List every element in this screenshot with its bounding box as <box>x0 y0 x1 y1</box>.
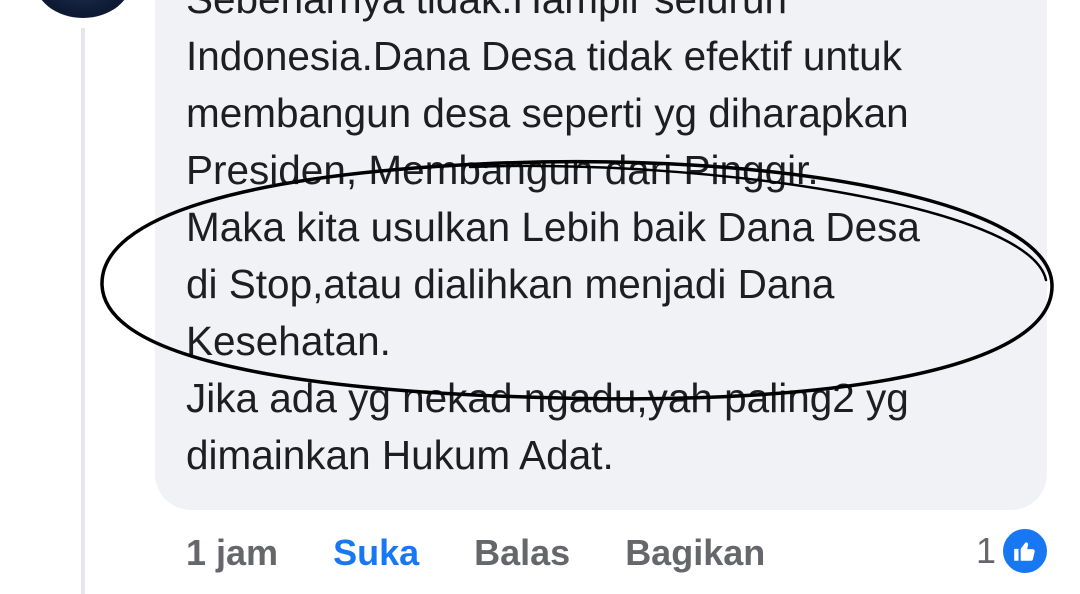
comment-line: Presiden, Membangun dari Pinggir. <box>186 147 819 193</box>
comment-line: Kesehatan. <box>186 318 391 364</box>
comment-line: di Stop,atau dialihkan menjadi Dana <box>186 261 835 307</box>
comment-timestamp[interactable]: 1 jam <box>186 532 278 574</box>
comment-line: Jika ada yg nekad ngadu,yah paling2 yg <box>186 375 909 421</box>
avatar[interactable] <box>34 0 132 18</box>
share-button[interactable]: Bagikan <box>625 532 765 574</box>
comment-line: Sebenarnya tidak.Hampir seluruh <box>186 0 787 22</box>
reaction-count: 1 <box>975 530 996 571</box>
thumbs-up-icon <box>1000 526 1050 576</box>
comment-line: Indonesia.Dana Desa tidak efektif untuk <box>186 33 902 79</box>
like-button[interactable]: Suka <box>333 532 419 574</box>
comment-line: dimainkan Hukum Adat. <box>186 432 614 478</box>
comment-line: Maka kita usulkan Lebih baik Dana Desa <box>186 204 920 250</box>
comment-text: Sebenarnya tidak.Hampir seluruh Indonesi… <box>186 0 1026 484</box>
reaction-summary[interactable]: 1 <box>976 526 1050 576</box>
thread-line <box>81 28 85 594</box>
reply-button[interactable]: Balas <box>474 532 570 574</box>
comment-actions: 1 jam Suka Balas Bagikan <box>186 528 765 578</box>
comment-line: membangun desa seperti yg diharapkan <box>186 90 909 136</box>
